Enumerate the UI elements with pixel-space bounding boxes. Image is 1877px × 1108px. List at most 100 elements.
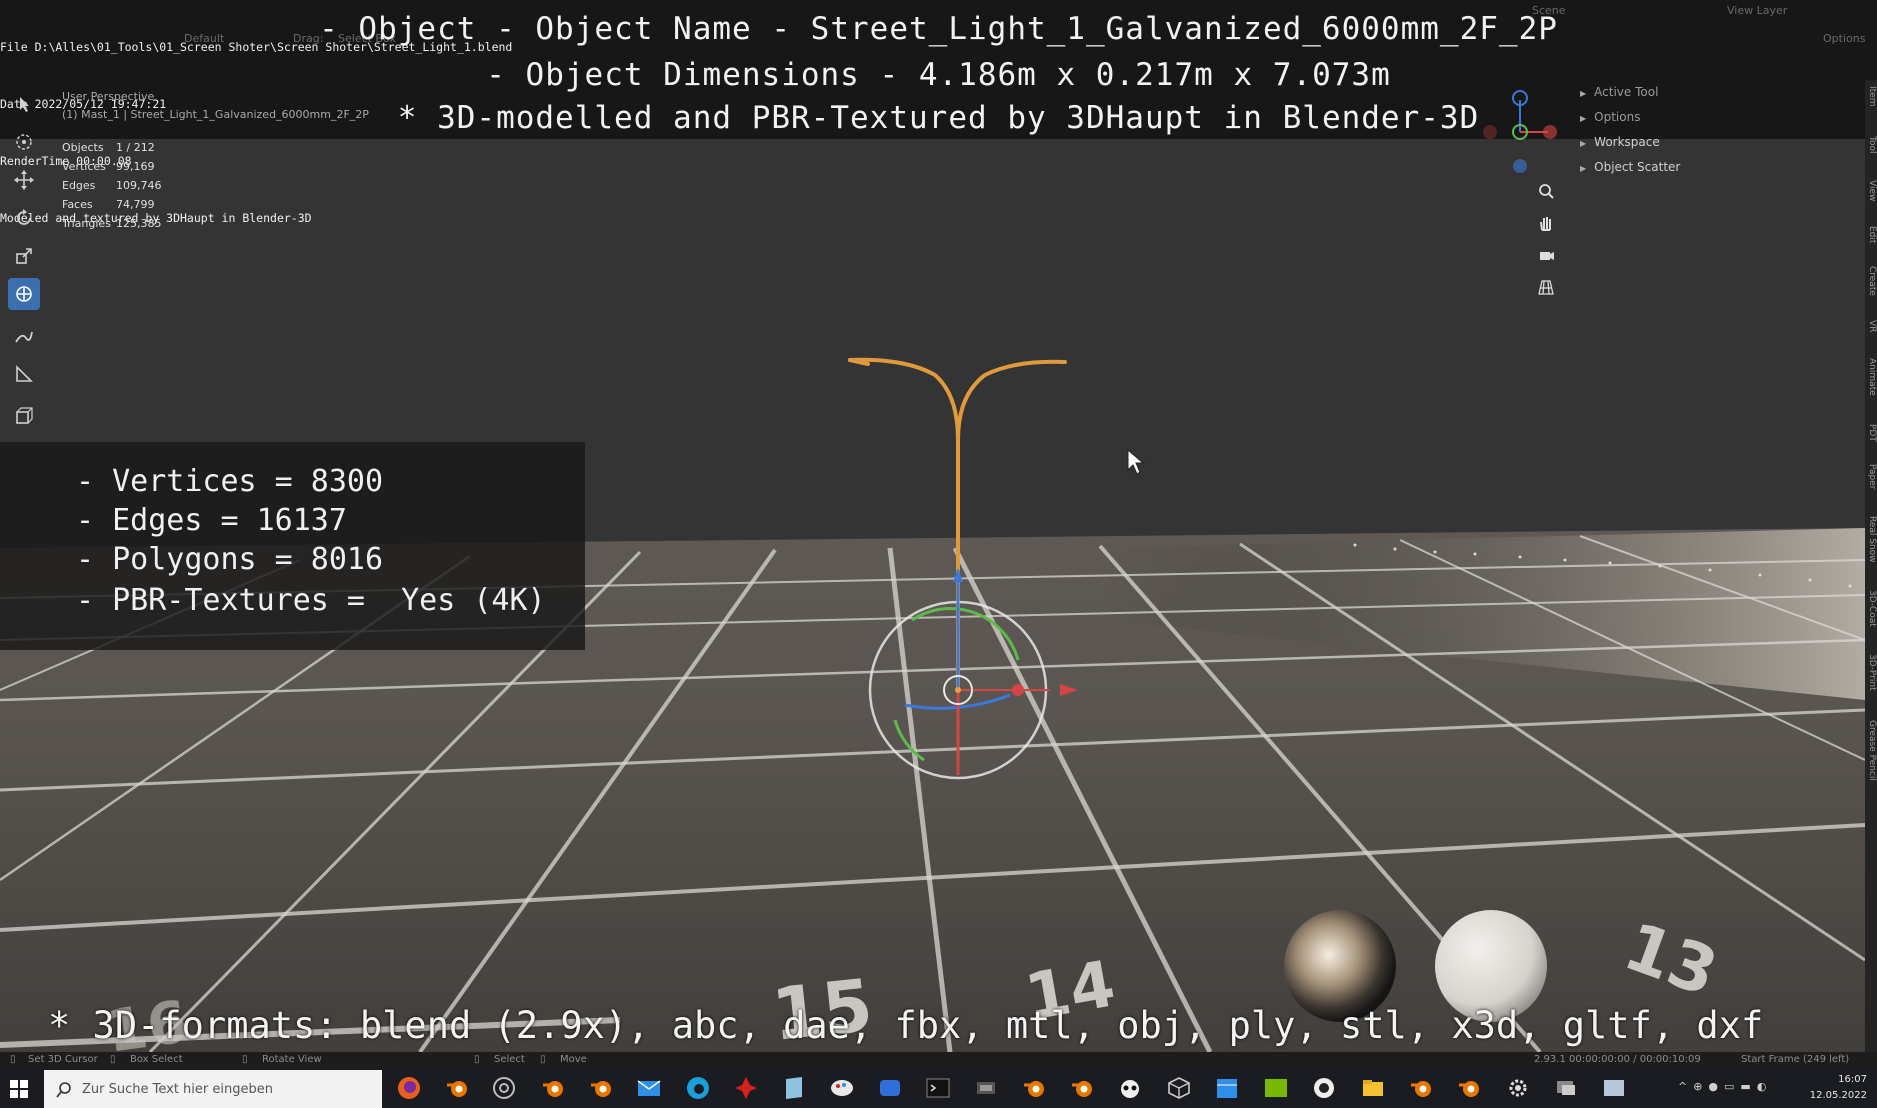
windows-taskbar: Zur Suche Text hier eingeben ^⊕●▭▬◐ 16:0… [0, 1068, 1877, 1108]
taskbar-search-input[interactable]: Zur Suche Text hier eingeben [44, 1070, 382, 1108]
cursor-tool-button[interactable] [8, 126, 40, 158]
perspective-toggle-button[interactable] [1533, 274, 1559, 300]
mouse-right-icon: ▯ [540, 1054, 546, 1065]
stat-objects: Objects 1 / 212 [62, 141, 155, 154]
info-pbr-textures: - PBR-Textures = Yes (4K) [76, 583, 546, 618]
nvidia-icon[interactable] [1264, 1076, 1288, 1100]
paint-icon[interactable] [830, 1076, 854, 1100]
scene-statistics: Objects 1 / 212 Vertices 99,169 Edges 109,7… [62, 138, 162, 233]
obs-icon[interactable] [1312, 1076, 1336, 1100]
panel-options[interactable]: ▶ Options [1572, 105, 1862, 130]
scale-tool-button[interactable] [8, 240, 40, 272]
panda-icon[interactable] [1118, 1076, 1142, 1100]
tab-view[interactable]: View [1865, 180, 1877, 201]
notepad-icon[interactable] [782, 1076, 806, 1100]
mail-icon[interactable] [637, 1076, 661, 1100]
object-name-title: - Object - Object Name - Street_Light_1_… [319, 11, 1558, 47]
firefox-icon[interactable] [397, 1076, 421, 1100]
terminal-icon[interactable] [926, 1076, 950, 1100]
mouse-left-icon: ▯ [110, 1054, 116, 1065]
collapse-arrow-icon: ▶ [1580, 139, 1587, 148]
panel-object-scatter[interactable]: ▶ Object Scatter [1572, 155, 1862, 180]
settings-gear-icon[interactable] [1506, 1076, 1530, 1100]
scale-icon [16, 248, 32, 264]
clock-date: 12.05.2022 [1809, 1090, 1867, 1101]
rotate-icon [17, 209, 31, 225]
blender-icon[interactable] [541, 1076, 565, 1100]
tool-shelf [8, 88, 40, 438]
cube-icon[interactable] [1167, 1076, 1191, 1100]
film-icon[interactable] [974, 1076, 998, 1100]
window-manager-icon[interactable] [1602, 1076, 1626, 1100]
viewport-nav-controls [1533, 178, 1559, 306]
info-polygons: - Polygons = 8016 [76, 542, 384, 577]
move-tool-button[interactable] [8, 164, 40, 196]
stat-vertices: Vertices 99,169 [62, 160, 155, 173]
zoom-button[interactable] [1533, 178, 1559, 204]
mouse-left-icon: ▯ [10, 1054, 16, 1065]
tab-item[interactable]: Item [1865, 86, 1877, 107]
blender-icon[interactable] [589, 1076, 613, 1100]
red-app-icon[interactable] [734, 1076, 758, 1100]
app-blue-icon[interactable] [878, 1076, 902, 1100]
tab-3d-coat[interactable]: 3D-Coat [1865, 590, 1877, 627]
status-set-cursor: Set 3D Cursor [28, 1054, 98, 1065]
tab-real-snow[interactable]: Real Snow [1865, 516, 1877, 563]
panel-active-tool[interactable]: ▶ Active Tool [1572, 80, 1862, 105]
tab-paper[interactable]: Paper [1865, 464, 1877, 490]
ruler-icon [16, 365, 33, 382]
blender-icon[interactable] [1457, 1076, 1481, 1100]
add-cube-icon [16, 407, 33, 424]
remote-desktop-icon[interactable] [1554, 1076, 1578, 1100]
add-cube-tool-button[interactable] [8, 400, 40, 432]
tab-vr[interactable]: VR [1865, 320, 1877, 332]
measure-tool-button[interactable] [8, 358, 40, 390]
tab-pdt[interactable]: PDT [1865, 424, 1877, 442]
zoom-icon [1539, 184, 1554, 199]
search-icon [56, 1082, 71, 1098]
blender-icon[interactable] [1022, 1076, 1046, 1100]
stat-edges: Edges 109,746 [62, 179, 162, 192]
tab-create[interactable]: Create [1865, 266, 1877, 296]
tab-animate[interactable]: Animate [1865, 358, 1877, 396]
status-select: Select [494, 1054, 525, 1065]
mouse-middle-icon: ▯ [242, 1054, 248, 1065]
blender-icon[interactable] [1409, 1076, 1433, 1100]
taskbar-clock[interactable]: 16:07 12.05.2022 [1810, 1072, 1867, 1104]
mouse-left-icon: ▯ [474, 1054, 480, 1065]
navigation-gizmo[interactable] [1478, 86, 1558, 176]
file-explorer-icon[interactable] [1361, 1076, 1385, 1100]
status-move: Move [560, 1054, 587, 1065]
tab-3d-print[interactable]: 3D-Print [1865, 654, 1877, 691]
tab-grease-pencil[interactable]: Grease Pencil [1865, 720, 1877, 781]
annotate-pencil-icon [15, 331, 33, 343]
view-perspective-label: User Perspective [62, 90, 155, 103]
model-info-box: - Vertices = 8300 - Edges = 16137 - Poly… [0, 442, 585, 650]
aperture-icon[interactable] [492, 1076, 516, 1100]
info-edges: - Edges = 16137 [76, 503, 347, 538]
calendar-icon[interactable] [1215, 1076, 1239, 1100]
camera-view-button[interactable] [1533, 242, 1559, 268]
move-icon [14, 170, 34, 190]
export-formats-caption: * 3D-formats: blend (2.9x), abc, dae, fb… [48, 1004, 1764, 1047]
tab-tool[interactable]: Tool [1865, 136, 1877, 153]
select-tool-button[interactable] [8, 88, 40, 120]
clock-time: 16:07 [1838, 1074, 1867, 1085]
stat-faces: Faces 74,799 [62, 198, 155, 211]
system-tray[interactable]: ^⊕●▭▬◐ [1678, 1080, 1772, 1093]
search-placeholder: Zur Suche Text hier eingeben [82, 1082, 273, 1097]
blender-icon[interactable] [1070, 1076, 1094, 1100]
collapse-arrow-icon: ▶ [1580, 114, 1587, 123]
blender-icon[interactable] [445, 1076, 469, 1100]
panel-workspace[interactable]: ▶ Workspace [1572, 130, 1862, 155]
rotate-tool-button[interactable] [8, 202, 40, 234]
windows-start-icon[interactable] [10, 1080, 28, 1098]
annotate-tool-button[interactable] [8, 320, 40, 352]
active-collection-label: (1) Mast_1 | Street_Light_1_Galvanized_6… [62, 108, 369, 121]
pan-button[interactable] [1533, 210, 1559, 236]
camera-icon [1540, 252, 1554, 260]
transform-tool-button[interactable] [8, 278, 40, 310]
edge-browser-icon[interactable] [686, 1076, 710, 1100]
tab-edit[interactable]: Edit [1865, 226, 1877, 243]
grid-perspective-icon [1538, 280, 1554, 295]
